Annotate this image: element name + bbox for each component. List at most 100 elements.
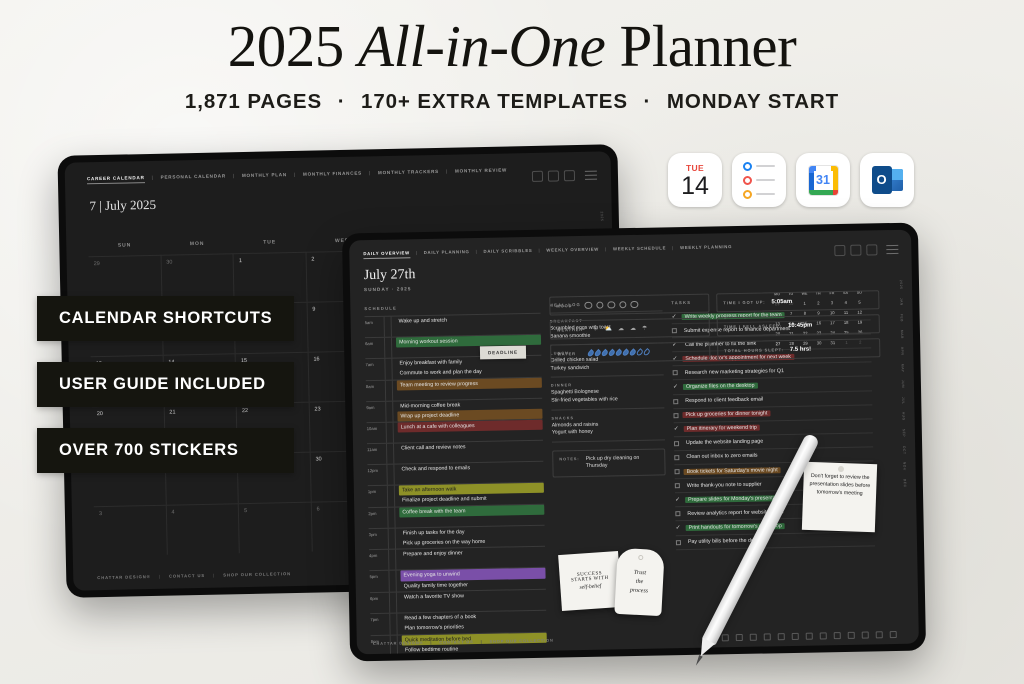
schedule-slot[interactable]: 10am Lunch at a cafe with colleagues xyxy=(366,418,543,444)
month-rail-oct[interactable]: OCT xyxy=(902,445,906,454)
month-rail-aug[interactable]: AUG xyxy=(901,412,905,421)
month-rail-feb[interactable]: FEB xyxy=(900,314,904,322)
outlook-icon[interactable]: O xyxy=(860,153,914,207)
mood-face-row[interactable] xyxy=(584,300,638,310)
front-tab-daily-overview[interactable]: DAILY OVERVIEW xyxy=(363,250,410,260)
schedule-event[interactable]: Coffee break with the team xyxy=(399,504,545,518)
schedule-slot[interactable]: 8am Team meeting to review progress xyxy=(365,376,543,401)
schedule-slot[interactable]: 9am Mid-morning coffee break Wrap up proje… xyxy=(366,397,543,423)
month-rail-jan[interactable]: JAN xyxy=(899,298,903,306)
schedule-slot[interactable]: 1pm Take an afternoon walk Finalize projec… xyxy=(367,481,545,507)
task-checkbox[interactable] xyxy=(673,412,679,418)
front-tab-daily-scribbles[interactable]: DAILY SCRIBBLES xyxy=(483,248,532,257)
task-check-icon[interactable]: ✓ xyxy=(674,426,680,432)
note-icon[interactable] xyxy=(875,631,883,639)
schedule-event[interactable]: Check and respond to emails xyxy=(398,462,543,475)
month-rail-may[interactable]: MAY xyxy=(901,364,905,373)
person-icon[interactable] xyxy=(805,632,813,640)
front-tool-palette[interactable] xyxy=(721,630,897,642)
link-icon[interactable] xyxy=(777,633,785,641)
back-tab-career-calendar[interactable]: CAREER CALENDAR xyxy=(86,175,145,185)
footer-contact[interactable]: CONTACT US xyxy=(439,639,473,645)
water-drop-icon[interactable] xyxy=(642,347,651,357)
front-tablet-toolbar[interactable] xyxy=(834,244,878,257)
task-check-icon[interactable]: ✓ xyxy=(675,497,681,503)
mood-face-icon[interactable] xyxy=(630,300,638,309)
weather-icon-2[interactable]: ☁ xyxy=(618,325,624,332)
task-checkbox[interactable] xyxy=(675,539,681,545)
task-checkbox[interactable] xyxy=(673,398,679,404)
task-text[interactable]: Update the website landing page xyxy=(683,439,766,447)
schedule-event[interactable]: Client call and review notes xyxy=(398,441,543,454)
schedule-list[interactable]: 5am Wake up and stretch 6am Morning workout… xyxy=(364,312,549,655)
grid-icon[interactable] xyxy=(834,244,846,257)
month-rail-jul[interactable]: JUL xyxy=(901,396,905,404)
task-checkbox[interactable] xyxy=(674,455,680,461)
mood-face-icon[interactable] xyxy=(618,300,627,309)
front-tab-daily-planning[interactable]: DAILY PLANNING xyxy=(424,249,470,258)
apple-calendar-icon[interactable]: TUE 14 xyxy=(668,153,722,207)
sticker-icon[interactable] xyxy=(749,633,757,641)
footer-shop[interactable]: SHOP OUR COLLECTION xyxy=(223,571,291,577)
front-tablet-menu-icon[interactable] xyxy=(886,244,899,257)
task-text[interactable]: Plan itinerary for weekend trip xyxy=(683,424,760,433)
schedule-event[interactable]: Lunch at a cafe with colleagues xyxy=(397,419,543,434)
back-tab-monthly-trackers[interactable]: MONTHLY TRACKERS xyxy=(378,169,439,178)
task-text[interactable]: Respond to client feedback email xyxy=(682,397,766,405)
month-rail-2025[interactable]: 2025 xyxy=(899,280,903,290)
info-icon[interactable] xyxy=(861,631,869,639)
task-checkbox[interactable] xyxy=(675,511,681,517)
schedule-slot[interactable]: 4pm Prepare and enjoy dinner xyxy=(369,546,546,571)
back-calendar-cell[interactable]: 4 xyxy=(166,503,240,555)
sleep-tracker-field[interactable]: TOTAL HOURS SLEPT: 7.5 hrs! xyxy=(717,338,881,361)
task-check-icon[interactable]: ✓ xyxy=(676,525,682,531)
heart-icon[interactable] xyxy=(791,632,799,641)
schedule-event[interactable]: Wake up and stretch xyxy=(396,314,541,327)
tracker-weather[interactable]: WEATHER ☀ ⛅ ☁ ☁ ☂ xyxy=(549,317,710,340)
sleep-tracker-field[interactable]: TIME I GOT UP: 5:05am xyxy=(716,290,880,313)
task-row[interactable]: Pay utility bills before the deadline xyxy=(675,531,876,550)
task-checkbox[interactable] xyxy=(674,469,680,475)
schedule-slot[interactable]: 12pm Check and respond to emails xyxy=(367,460,544,486)
task-text[interactable]: Organize files on the desktop xyxy=(682,382,758,391)
task-checkbox[interactable] xyxy=(674,483,680,489)
more-icon[interactable] xyxy=(819,632,827,640)
lock-icon[interactable] xyxy=(866,244,878,256)
task-checkbox[interactable] xyxy=(672,370,678,376)
trackers-left[interactable]: MOOD WEATHER ☀ ⛅ ☁ ☁ ☂ WATER xyxy=(549,293,711,369)
tracker-mood[interactable]: MOOD xyxy=(549,293,710,316)
task-check-icon[interactable]: ✓ xyxy=(673,384,679,390)
pen-icon[interactable] xyxy=(847,631,855,639)
front-tab-weekly-planning[interactable]: WEEKLY PLANNING xyxy=(680,244,732,253)
front-month-rail[interactable]: 2025 JAN FEB MAR APR MAY JUN JUL AUG SEP OCT NOV DEC xyxy=(899,280,915,496)
back-tab-monthly-plan[interactable]: MONTHLY PLAN xyxy=(242,172,287,181)
back-tablet-toolbar[interactable] xyxy=(531,170,576,182)
month-rail-apr[interactable]: APR xyxy=(900,347,904,356)
meal-item[interactable]: Yogurt with honey xyxy=(552,428,665,438)
task-text[interactable]: Research new marketing strategies for Q1 xyxy=(682,368,787,376)
undo-icon[interactable] xyxy=(547,170,560,182)
schedule-slot[interactable]: 7pm Read a few chapters of a book Plan tom… xyxy=(370,609,547,635)
notes-box[interactable]: NOTES: Pick up dry cleaning on Thursday xyxy=(552,448,666,478)
sleep-tracker-field[interactable]: TIME I FELL ASLEEP: 10:45pm xyxy=(716,314,880,337)
footer-contact[interactable]: CONTACT US xyxy=(169,573,205,579)
task-text[interactable]: Write thank-you note to supplier xyxy=(684,481,765,489)
month-rail-mar[interactable]: MAR xyxy=(900,330,904,339)
schedule-event[interactable]: Watch a favorite TV show xyxy=(401,590,546,603)
meal-item[interactable]: Stir-fried vegetables with rice xyxy=(551,395,664,405)
weather-icon-1[interactable]: ⛅ xyxy=(604,325,612,332)
undo-icon[interactable] xyxy=(850,244,862,256)
lock-icon[interactable] xyxy=(563,170,576,182)
water-drop-row[interactable] xyxy=(586,347,651,358)
mood-face-icon[interactable] xyxy=(607,301,615,309)
schedule-event[interactable]: Prepare and enjoy dinner xyxy=(400,547,545,560)
weather-icon-row[interactable]: ☀ ⛅ ☁ ☁ ☂ xyxy=(593,325,647,333)
back-calendar-cell[interactable]: 3 xyxy=(93,504,168,557)
back-tablet-menu-icon[interactable] xyxy=(584,170,598,183)
apple-reminders-icon[interactable] xyxy=(732,153,786,207)
tag-icon[interactable] xyxy=(833,632,841,640)
schedule-slot[interactable]: 5pm Evening yoga to unwind Quality family … xyxy=(369,567,546,593)
sticker-success[interactable]: SUCCESS STARTS WITH self-belief xyxy=(558,550,622,612)
weather-icon-0[interactable]: ☀ xyxy=(593,326,599,333)
trackers-right[interactable]: TIME I GOT UP: 5:05am TIME I FELL ASLEEP: 1… xyxy=(716,290,881,365)
